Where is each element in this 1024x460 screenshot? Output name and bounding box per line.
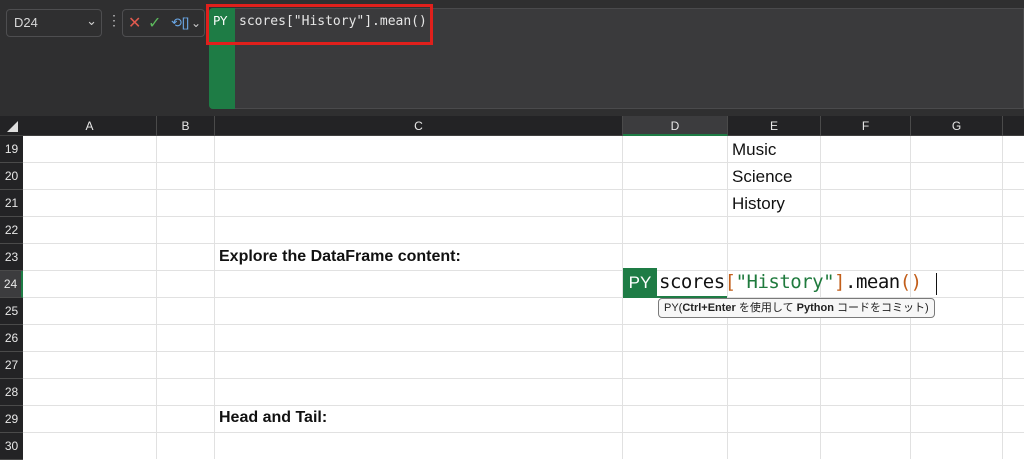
formula-bar-area: D24 ⌄ ⋮ ✕ ✓ ⟲[] ⌄ PY scores["History"].m… [0, 0, 1024, 116]
cancel-icon[interactable]: ✕ [128, 13, 141, 33]
python-cell-badge: PY [623, 268, 657, 298]
column-header-e[interactable]: E [728, 116, 821, 136]
tooltip-prefix: PY( [664, 302, 683, 314]
row-header-27[interactable]: 27 [0, 352, 23, 379]
gridline [23, 378, 1024, 379]
commit-tooltip: PY(Ctrl+Enter を使用して Python コードをコミット) [658, 298, 935, 318]
cell-e21[interactable]: History [732, 194, 785, 214]
column-headers: A B C D E F G [0, 116, 1024, 136]
row-header-24[interactable]: 24 [0, 271, 23, 298]
row-header-23[interactable]: 23 [0, 244, 23, 271]
cell-e19[interactable]: Music [732, 140, 776, 160]
active-cell-editor[interactable]: PY scores["History"].mean() [623, 268, 939, 298]
tooltip-middle: を使用して [735, 302, 797, 314]
cell-e20[interactable]: Science [732, 167, 792, 187]
more-options-icon[interactable]: ⋮ [107, 12, 121, 29]
row-header-19[interactable]: 19 [0, 136, 23, 163]
text-caret [936, 273, 937, 295]
row-header-30[interactable]: 30 [0, 433, 23, 460]
gridline [23, 351, 1024, 352]
column-header-g[interactable]: G [911, 116, 1003, 136]
code-variable: scores [659, 271, 725, 293]
chevron-down-icon[interactable]: ⌄ [191, 16, 201, 30]
highlight-box [206, 4, 433, 45]
row-header-21[interactable]: 21 [0, 190, 23, 217]
gridline [23, 216, 1024, 217]
cell-c29[interactable]: Head and Tail: [219, 409, 327, 427]
row-header-22[interactable]: 22 [0, 217, 23, 244]
code-parens: () [899, 271, 922, 293]
gridline [23, 243, 1024, 244]
row-header-26[interactable]: 26 [0, 325, 23, 352]
enter-icon[interactable]: ✓ [148, 13, 161, 33]
column-header-a[interactable]: A [23, 116, 157, 136]
code-string: "History" [735, 271, 835, 293]
name-box[interactable]: D24 ⌄ [6, 9, 102, 37]
cell-code[interactable]: scores["History"].mean() [659, 271, 922, 293]
tooltip-suffix: コードをコミット) [833, 302, 929, 314]
row-headers: 19 20 21 22 23 24 25 26 27 28 29 30 [0, 136, 23, 460]
code-method: .mean [845, 271, 900, 293]
row-header-20[interactable]: 20 [0, 163, 23, 190]
formula-buttons: ✕ ✓ ⟲[] ⌄ [122, 9, 205, 37]
column-header-d[interactable]: D [623, 116, 728, 136]
column-header-c[interactable]: C [215, 116, 623, 136]
column-header-f[interactable]: F [821, 116, 911, 136]
code-bracket: ] [834, 271, 845, 293]
gridline [23, 162, 1024, 163]
code-bracket: [ [724, 271, 736, 293]
gridline [23, 432, 1024, 433]
row-header-25[interactable]: 25 [0, 298, 23, 325]
column-header-b[interactable]: B [157, 116, 215, 136]
chevron-down-icon[interactable]: ⌄ [86, 13, 97, 29]
row-header-29[interactable]: 29 [0, 406, 23, 433]
gridline [23, 189, 1024, 190]
name-box-value: D24 [14, 15, 38, 30]
tooltip-shortcut: Ctrl+Enter [682, 302, 736, 314]
gridline [23, 324, 1024, 325]
select-all-icon[interactable] [7, 121, 18, 132]
row-header-28[interactable]: 28 [0, 379, 23, 406]
cell-c23[interactable]: Explore the DataFrame content: [219, 248, 461, 266]
gridline [23, 405, 1024, 406]
tooltip-python: Python [796, 302, 834, 314]
python-insert-icon[interactable]: ⟲[] [171, 15, 189, 31]
